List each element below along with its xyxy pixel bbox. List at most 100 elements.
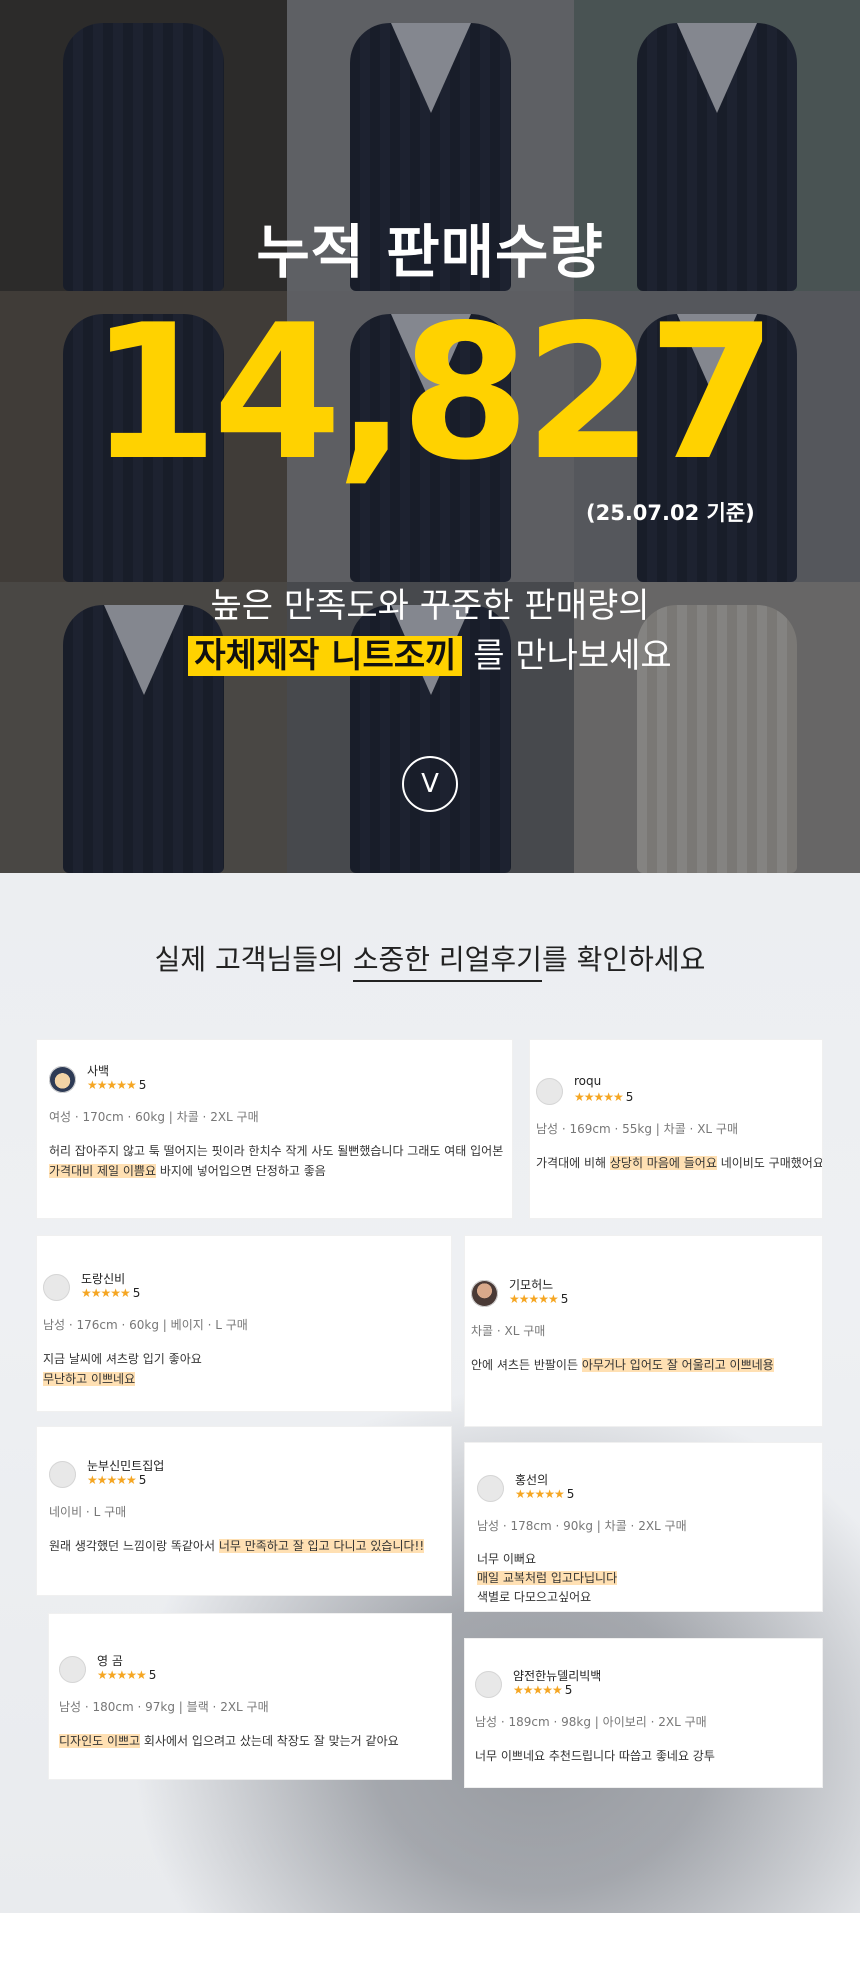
review-meta: 남성 · 169cm · 55kg | 차콜 · XL 구매 xyxy=(536,1122,738,1136)
reviewer-name: 얌전한뉴델리빅백 xyxy=(513,1669,602,1683)
rating-score: 5 xyxy=(138,1078,147,1092)
review-meta: 남성 · 180cm · 97kg | 블랙 · 2XL 구매 xyxy=(59,1700,269,1714)
avatar xyxy=(49,1461,76,1488)
rating-stars: ★★★★★ 5 xyxy=(509,1292,568,1306)
review-highlight: 무난하고 이쁘네요 xyxy=(43,1372,136,1386)
review-card: 사백 ★★★★★ 5 여성 · 170cm · 60kg | 차콜 · 2XL 구… xyxy=(37,1040,512,1218)
review-header: 도랑신비 ★★★★★ 5 xyxy=(43,1268,445,1312)
rating-stars: ★★★★★ 5 xyxy=(574,1090,633,1104)
star-icons: ★★★★★ xyxy=(97,1668,147,1682)
star-icons: ★★★★★ xyxy=(81,1286,131,1300)
review-highlight: 너무 만족하고 잘 입고 다니고 있습니다!! xyxy=(218,1539,425,1553)
star-icons: ★★★★★ xyxy=(87,1473,137,1487)
reviewer-name: 홍선의 xyxy=(515,1473,549,1487)
review-highlight: 상당히 마음에 들어요 xyxy=(609,1156,717,1170)
rating-stars: ★★★★★ 5 xyxy=(97,1668,156,1682)
review-body: 너무 이쁘네요 추천드립니다 따씁고 좋네요 강투 xyxy=(475,1746,812,1766)
rating-stars: ★★★★★ 5 xyxy=(87,1078,146,1092)
review-header: 홍선의 ★★★★★ 5 xyxy=(477,1469,810,1513)
review-header: 사백 ★★★★★ 5 xyxy=(49,1060,500,1104)
reviewer-name: 영 곰 xyxy=(97,1654,123,1668)
reviewer-name: 기모허느 xyxy=(509,1278,554,1292)
review-body: 디자인도 이쁘고 회사에서 입으려고 샀는데 착장도 잘 맞는거 같아요 xyxy=(59,1731,441,1751)
rating-stars: ★★★★★ 5 xyxy=(513,1683,572,1697)
review-card: 눈부신민트집업 ★★★★★ 5 네이비 · L 구매 원래 생각했던 느낌이랑 똑… xyxy=(37,1427,451,1595)
review-text: 가격대에 비해 xyxy=(536,1156,610,1170)
avatar xyxy=(536,1078,563,1105)
review-card: 영 곰 ★★★★★ 5 남성 · 180cm · 97kg | 블랙 · 2XL … xyxy=(49,1614,451,1779)
review-meta: 남성 · 189cm · 98kg | 아이보리 · 2XL 구매 xyxy=(475,1715,707,1729)
review-body: 허리 잡아주지 않고 툭 떨어지는 핏이라 한치수 작게 사도 될뻔했습니다 그… xyxy=(49,1141,504,1181)
rating-score: 5 xyxy=(132,1286,141,1300)
hero-highlight: 자체제작 니트조끼 xyxy=(188,636,463,676)
review-highlight: 가격대비 제일 이쁨요 xyxy=(49,1164,156,1178)
review-card: roqu ★★★★★ 5 남성 · 169cm · 55kg | 차콜 · XL … xyxy=(530,1040,822,1218)
reviewer-name: roqu xyxy=(574,1074,602,1088)
review-text: 지금 날씨에 셔츠랑 입기 좋아요 xyxy=(43,1352,202,1366)
reviews-title-em: 소중한 리얼후기 xyxy=(352,943,542,982)
avatar xyxy=(59,1656,86,1683)
avatar xyxy=(49,1066,76,1093)
review-card: 기모허느 ★★★★★ 5 차콜 · XL 구매 안에 셔츠든 반팔이든 아무거나 … xyxy=(465,1236,822,1426)
hero-subtitle: 높은 만족도와 꾸준한 판매량의 xyxy=(210,586,650,626)
review-text: 너무 이쁘네요 추천드립니다 따씁고 좋네요 강투 xyxy=(475,1749,715,1763)
star-icons: ★★★★★ xyxy=(513,1683,563,1697)
rating-stars: ★★★★★ 5 xyxy=(87,1473,146,1487)
avatar xyxy=(43,1274,70,1301)
reviews-title-post: 를 확인하세요 xyxy=(541,943,706,976)
rating-score: 5 xyxy=(560,1292,569,1306)
review-card: 도랑신비 ★★★★★ 5 남성 · 176cm · 60kg | 베이지 · L … xyxy=(37,1236,451,1411)
rating-score: 5 xyxy=(148,1668,157,1682)
sales-count: 14,827 xyxy=(89,284,777,501)
avatar xyxy=(475,1671,502,1698)
review-text: 허리 잡아주지 않고 툭 떨어지는 핏이라 한치수 작게 사도 될뻔했습니다 그… xyxy=(49,1144,504,1158)
review-body: 너무 이뻐요 매일 교복처럼 입고다닙니다 색별로 다모으고싶어요 xyxy=(477,1550,810,1607)
review-highlight: 디자인도 이쁘고 xyxy=(59,1734,141,1748)
review-text: 바지에 넣어입으면 단정하고 좋음 xyxy=(156,1164,326,1178)
review-meta: 남성 · 178cm · 90kg | 차콜 · 2XL 구매 xyxy=(477,1519,687,1533)
hero-subtitle-rest: 를 만나보세요 xyxy=(462,636,672,676)
reviews-title: 실제 고객님들의 소중한 리얼후기를 확인하세요 xyxy=(0,938,860,982)
review-meta: 남성 · 176cm · 60kg | 베이지 · L 구매 xyxy=(43,1318,248,1332)
review-card: 얌전한뉴델리빅백 ★★★★★ 5 남성 · 189cm · 98kg | 아이보리… xyxy=(465,1639,822,1787)
star-icons: ★★★★★ xyxy=(515,1487,565,1501)
avatar xyxy=(471,1280,498,1307)
sales-count-date: (25.07.02 기준) xyxy=(586,501,755,525)
review-text: 회사에서 입으려고 샀는데 착장도 잘 맞는거 같아요 xyxy=(140,1734,399,1748)
review-highlight: 아무거나 입어도 잘 어울리고 이쁘네용 xyxy=(581,1358,774,1372)
review-text: 원래 생각했던 느낌이랑 똑같아서 xyxy=(49,1539,219,1553)
review-card: 홍선의 ★★★★★ 5 남성 · 178cm · 90kg | 차콜 · 2XL … xyxy=(465,1443,822,1611)
review-highlight: 매일 교복처럼 입고다닙니다 xyxy=(477,1571,618,1585)
hero-banner: 누적 판매수량 14,827 (25.07.02 기준) 높은 만족도와 꾸준한… xyxy=(0,0,860,873)
rating-score: 5 xyxy=(625,1090,634,1104)
review-text: 너무 이뻐요 xyxy=(477,1552,537,1566)
reviews-section: 실제 고객님들의 소중한 리얼후기를 확인하세요 사백 ★★★★★ 5 여성 · … xyxy=(0,873,860,1913)
star-icons: ★★★★★ xyxy=(574,1090,624,1104)
review-body: 가격대에 비해 상당히 마음에 들어요 네이비도 구매했어요 xyxy=(536,1153,822,1173)
review-meta: 차콜 · XL 구매 xyxy=(471,1324,546,1338)
review-text: 안에 셔츠든 반팔이든 xyxy=(471,1358,582,1372)
review-text: 색별로 다모으고싶어요 xyxy=(477,1590,592,1604)
review-header: 얌전한뉴델리빅백 ★★★★★ 5 xyxy=(475,1665,812,1709)
review-header: 영 곰 ★★★★★ 5 xyxy=(59,1650,441,1694)
rating-score: 5 xyxy=(566,1487,575,1501)
review-text: 네이비도 구매했어요 xyxy=(716,1156,822,1170)
page-footer-space xyxy=(0,1913,860,1985)
rating-stars: ★★★★★ 5 xyxy=(81,1286,140,1300)
review-meta: 네이비 · L 구매 xyxy=(49,1505,127,1519)
reviewer-name: 사백 xyxy=(87,1064,110,1078)
review-header: 눈부신민트집업 ★★★★★ 5 xyxy=(49,1455,439,1499)
review-meta: 여성 · 170cm · 60kg | 차콜 · 2XL 구매 xyxy=(49,1110,259,1124)
chevron-down-icon[interactable]: V xyxy=(402,756,458,812)
rating-stars: ★★★★★ 5 xyxy=(515,1487,574,1501)
review-body: 안에 셔츠든 반팔이든 아무거나 입어도 잘 어울리고 이쁘네용 xyxy=(471,1355,816,1375)
star-icons: ★★★★★ xyxy=(87,1078,137,1092)
review-header: roqu ★★★★★ 5 xyxy=(536,1072,816,1116)
reviews-title-pre: 실제 고객님들의 xyxy=(154,943,353,976)
review-header: 기모허느 ★★★★★ 5 xyxy=(471,1274,816,1318)
star-icons: ★★★★★ xyxy=(509,1292,559,1306)
rating-score: 5 xyxy=(564,1683,573,1697)
hero-subtitle-2: 자체제작 니트조끼 를 만나보세요 xyxy=(0,628,860,677)
reviewer-name: 눈부신민트집업 xyxy=(87,1459,165,1473)
reviewer-name: 도랑신비 xyxy=(81,1272,126,1286)
